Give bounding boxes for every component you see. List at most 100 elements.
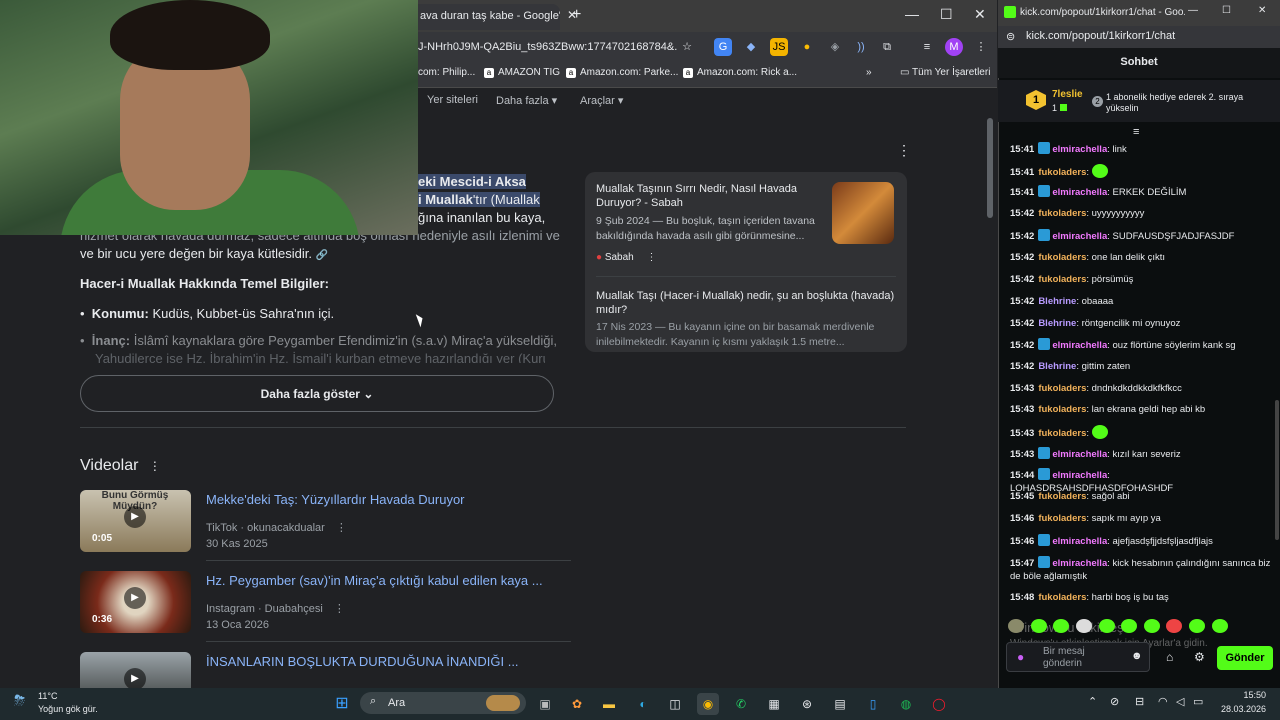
clock-date[interactable]: 28.03.2026 — [1218, 704, 1266, 714]
message-username[interactable]: fukoladers — [1038, 491, 1086, 502]
top-gifter-name[interactable]: 7leslie — [1052, 89, 1083, 100]
message-username[interactable]: fukoladers — [1038, 252, 1086, 263]
emote-icon[interactable] — [1075, 619, 1092, 633]
link-icon[interactable]: 🔗 — [316, 250, 328, 261]
wifi-icon[interactable]: ◠ — [1158, 695, 1168, 708]
store-app-icon[interactable]: ◫ — [664, 693, 686, 715]
source-1-site[interactable]: ● Sabah ⋮ — [596, 252, 657, 263]
message-username[interactable]: elmirachella — [1052, 231, 1107, 242]
weather-desc[interactable]: Yoğun gök gür. — [38, 704, 98, 714]
video-1-thumbnail[interactable]: Bunu Görmüş Müydün? ▶ 0:05 — [80, 490, 191, 552]
bookmark-4[interactable]: a Amazon.com: Rick a... — [683, 67, 797, 78]
message-username[interactable]: elmirachella — [1052, 340, 1107, 351]
bookmark-3[interactable]: a Amazon.com: Parke... — [566, 67, 678, 78]
message-username[interactable]: fukoladers — [1038, 404, 1086, 415]
microphone-icon[interactable]: ● — [1017, 650, 1024, 664]
show-more-button[interactable]: Daha fazla göster ⌄ — [80, 375, 554, 412]
message-username[interactable]: elmirachella — [1052, 470, 1107, 481]
tray-chevron-icon[interactable]: ⌃ — [1088, 695, 1097, 708]
page-scrollbar[interactable] — [987, 118, 993, 218]
emote-icon[interactable] — [1053, 619, 1070, 633]
bookmarks-overflow-icon[interactable]: » — [866, 67, 872, 78]
extension-icon[interactable]: ◆ — [742, 38, 760, 56]
spotify-icon[interactable]: ◍ — [895, 693, 917, 715]
video-2-title[interactable]: Hz. Peygamber (sav)'in Miraç'a çıktığı k… — [206, 573, 543, 588]
minimize-icon[interactable]: — — [905, 6, 919, 22]
bookmark-2[interactable]: a AMAZON TIG — [484, 67, 560, 78]
emote-bar[interactable] — [1008, 618, 1228, 636]
calculator-icon[interactable]: ▤ — [829, 693, 851, 715]
extensions-puzzle-icon[interactable]: ⧉ — [878, 38, 896, 56]
tab-google-search[interactable]: ava duran taş kabe - Google'da — [410, 4, 560, 30]
settings-gear-icon[interactable]: ⚙ — [1194, 650, 1205, 664]
extension-icon-2[interactable]: ● — [798, 38, 816, 56]
weather-temp[interactable]: 11°C — [38, 691, 57, 701]
videos-menu-icon[interactable]: ⋮ — [149, 459, 161, 473]
pinned-toggle-icon[interactable]: ≡ — [1133, 126, 1139, 138]
maximize-icon[interactable]: ☐ — [940, 6, 953, 23]
taskbar-search[interactable]: ⌕ Ara — [360, 692, 526, 714]
message-username[interactable]: fukoladers — [1038, 274, 1086, 285]
video-menu-icon[interactable]: ⋮ — [336, 522, 347, 534]
edge-icon[interactable]: ◐ — [632, 693, 654, 715]
maximize-icon[interactable]: ☐ — [1222, 5, 1231, 16]
profile-avatar[interactable]: M — [945, 38, 963, 56]
source-1-thumbnail[interactable] — [832, 182, 894, 244]
nav-araclar[interactable]: Araçlar ▾ — [580, 94, 623, 107]
chrome-icon[interactable]: ◉ — [697, 693, 719, 715]
opera-icon[interactable]: ◯ — [928, 693, 950, 715]
volume-icon[interactable]: ◁ — [1176, 695, 1184, 708]
send-button[interactable]: Gönder — [1217, 646, 1273, 670]
message-username[interactable]: fukoladers — [1038, 383, 1086, 394]
video-3-thumbnail[interactable]: ▶ — [80, 652, 191, 688]
message-username[interactable]: fukoladers — [1038, 428, 1086, 439]
message-username[interactable]: elmirachella — [1052, 187, 1107, 198]
minimize-icon[interactable]: — — [1188, 5, 1198, 16]
source-1-title[interactable]: Muallak Taşının Sırrı Nedir, Nasıl Havad… — [596, 182, 821, 210]
message-username[interactable]: fukoladers — [1038, 167, 1086, 178]
media-control-icon[interactable]: ≡ — [918, 38, 936, 56]
task-view-icon[interactable]: ▣ — [534, 693, 556, 715]
js-extension-icon[interactable]: JS — [770, 38, 788, 56]
bookmark-star-icon[interactable]: ☆ — [678, 38, 696, 56]
tray-icon[interactable]: ⊘ — [1110, 695, 1119, 708]
shield-extension-icon[interactable]: ◈ — [826, 38, 844, 56]
emote-icon[interactable] — [1121, 619, 1138, 633]
bookmark-1[interactable]: com: Philip... — [418, 67, 475, 78]
weather-icon[interactable]: ⛈ — [14, 692, 25, 709]
video-1-title[interactable]: Mekke'deki Taş: Yüzyıllardır Havada Duru… — [206, 492, 465, 507]
whatsapp-icon[interactable]: ✆ — [730, 693, 752, 715]
tray-icon-2[interactable]: ⊟ — [1135, 695, 1144, 708]
message-username[interactable]: elmirachella — [1052, 558, 1107, 569]
overview-menu-icon[interactable]: ⋮ — [897, 142, 911, 159]
nav-daha-fazla[interactable]: Daha fazla ▾ — [496, 94, 557, 107]
all-bookmarks[interactable]: ▭ Tüm Yer İşaretleri — [900, 67, 990, 78]
close-window-icon[interactable]: ✕ — [1258, 5, 1266, 16]
message-username[interactable]: Blehrine — [1038, 296, 1076, 307]
steam-icon[interactable]: ⊛ — [796, 693, 818, 715]
start-windows-icon[interactable]: ⊞ — [331, 693, 353, 715]
emote-icon[interactable] — [1189, 619, 1205, 633]
audio-extension-icon[interactable]: )) — [852, 38, 870, 56]
emote-icon[interactable] — [1211, 619, 1228, 633]
emote-icon[interactable] — [1143, 619, 1160, 633]
message-username[interactable]: Blehrine — [1038, 318, 1076, 329]
message-username[interactable]: elmirachella — [1052, 144, 1107, 155]
message-username[interactable]: elmirachella — [1052, 536, 1107, 547]
nav-yer-siteleri[interactable]: Yer siteleri — [427, 94, 478, 106]
new-tab-icon[interactable]: + — [572, 6, 581, 24]
clock-time[interactable]: 15:50 — [1236, 690, 1266, 700]
file-explorer-icon[interactable]: ▬ — [598, 693, 620, 715]
video-3-title[interactable]: İNSANLARIN BOŞLUKTA DURDUĞUNA İNANDIĞI .… — [206, 654, 519, 669]
site-info-icon[interactable]: ⊜ — [1006, 30, 1015, 43]
emote-icon[interactable] — [1098, 619, 1115, 633]
chat-input[interactable]: ● Bir mesaj gönderin ☻ — [1006, 642, 1150, 672]
emote-icon[interactable] — [1166, 619, 1183, 633]
close-window-icon[interactable]: ✕ — [974, 6, 986, 23]
message-username[interactable]: fukoladers — [1038, 208, 1086, 219]
copilot-icon[interactable]: ✿ — [566, 693, 588, 715]
chat-address-bar[interactable]: ⊜ kick.com/popout/1kirkorr1/chat — [998, 26, 1280, 48]
source-menu-icon[interactable]: ⋮ — [647, 252, 657, 263]
video-menu-icon[interactable]: ⋮ — [334, 603, 345, 615]
emoji-icon[interactable]: ☻ — [1131, 650, 1143, 662]
